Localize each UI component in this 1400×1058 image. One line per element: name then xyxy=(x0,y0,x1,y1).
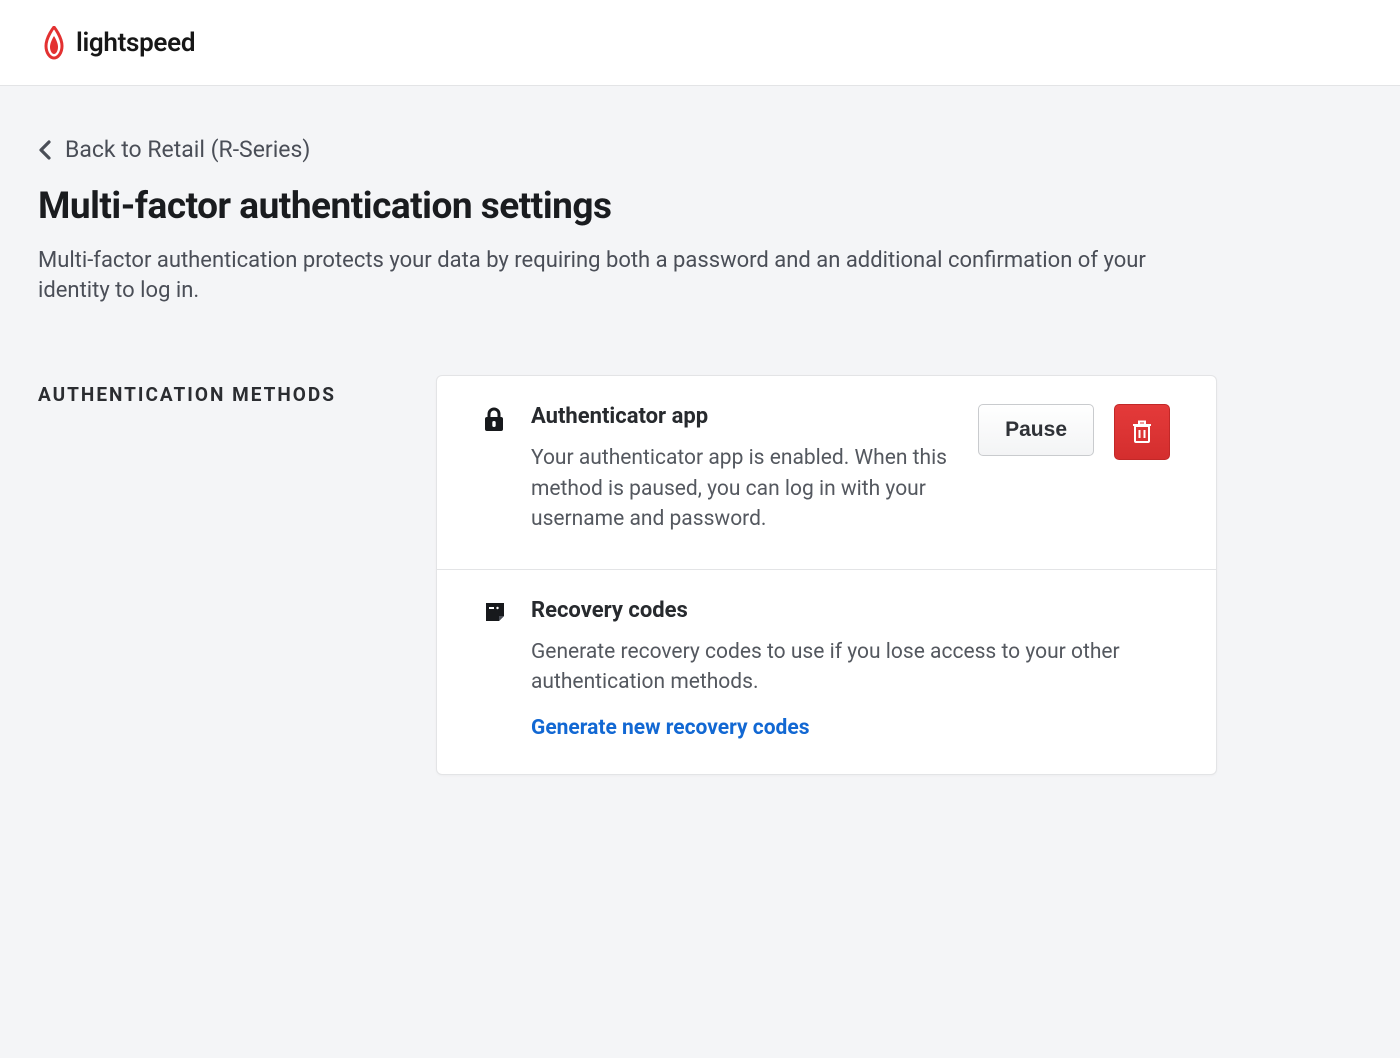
delete-button[interactable] xyxy=(1114,404,1170,460)
settings-layout: AUTHENTICATION METHODS Authenticator app… xyxy=(38,375,1217,774)
method-description: Your authenticator app is enabled. When … xyxy=(531,443,951,534)
method-title: Recovery codes xyxy=(531,598,1170,623)
generate-recovery-codes-link[interactable]: Generate new recovery codes xyxy=(531,716,810,740)
method-actions: Pause xyxy=(978,404,1170,534)
section-heading: AUTHENTICATION METHODS xyxy=(38,375,396,774)
lock-icon xyxy=(483,404,511,534)
brand-logo[interactable]: lightspeed xyxy=(40,26,195,60)
back-link[interactable]: Back to Retail (R-Series) xyxy=(38,136,310,163)
trash-icon xyxy=(1131,420,1153,444)
method-description: Generate recovery codes to use if you lo… xyxy=(531,637,1170,698)
brand-wordmark: lightspeed xyxy=(76,28,195,58)
page-description: Multi-factor authentication protects you… xyxy=(38,246,1198,305)
pause-button[interactable]: Pause xyxy=(978,404,1094,455)
method-recovery-codes: Recovery codes Generate recovery codes t… xyxy=(437,569,1216,774)
authentication-methods-card: Authenticator app Your authenticator app… xyxy=(436,375,1217,774)
back-link-label: Back to Retail (R-Series) xyxy=(65,136,310,163)
top-bar: lightspeed xyxy=(0,0,1400,86)
flame-icon xyxy=(40,26,68,60)
page-content: Back to Retail (R-Series) Multi-factor a… xyxy=(0,86,1255,855)
note-icon xyxy=(483,598,511,740)
page-title: Multi-factor authentication settings xyxy=(38,185,1217,228)
chevron-left-icon xyxy=(38,140,51,160)
method-authenticator-app: Authenticator app Your authenticator app… xyxy=(437,376,1216,568)
method-title: Authenticator app xyxy=(531,404,958,429)
